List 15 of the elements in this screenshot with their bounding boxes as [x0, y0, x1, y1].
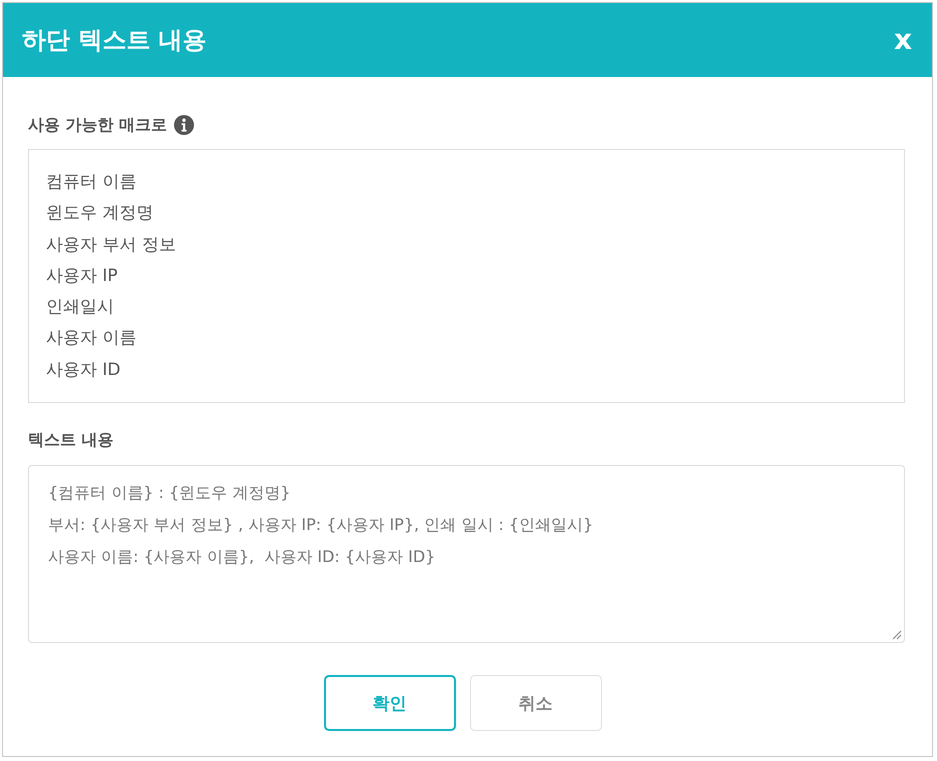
macro-item[interactable]: 인쇄일시: [46, 292, 114, 324]
field-value: {컴퓨터 이름} : {윈도우 계정명} 부서: {사용자 부서 정보} , 사용자 IP: {사용자 IP}, 인쇄 일시 : {인쇄일시} 사용자 이름: {사용자 이름}, 사용자 ID: {사용자 ID}: [48, 482, 594, 568]
cancel-button[interactable]: 취소: [470, 675, 602, 731]
info-icon[interactable]: [174, 115, 194, 135]
macros-label: 사용 가능한 매크로: [28, 114, 168, 136]
macro-item[interactable]: 사용자 이름: [46, 323, 136, 355]
macro-item[interactable]: 사용자 IP: [46, 260, 118, 292]
text-content-label: 텍스트 내용: [28, 430, 114, 450]
dialog-title: 하단 텍스트 내용: [22, 25, 207, 56]
macro-item[interactable]: 컴퓨터 이름: [46, 167, 136, 198]
macro-item[interactable]: 윈도우 계정명: [46, 198, 154, 230]
text-content-field[interactable]: {컴퓨터 이름} : {윈도우 계정명} 부서: {사용자 부서 정보} , 사용자 IP: {사용자 IP}, 인쇄 일시 : {인쇄일시} 사용자 이름: {사용자 이름}, 사용자 ID: {사용자 ID}: [28, 465, 905, 643]
resize-grip-icon[interactable]: [892, 630, 902, 640]
macro-item[interactable]: 사용자 부서 정보: [46, 230, 176, 261]
macro-item[interactable]: 사용자 ID: [46, 354, 121, 386]
